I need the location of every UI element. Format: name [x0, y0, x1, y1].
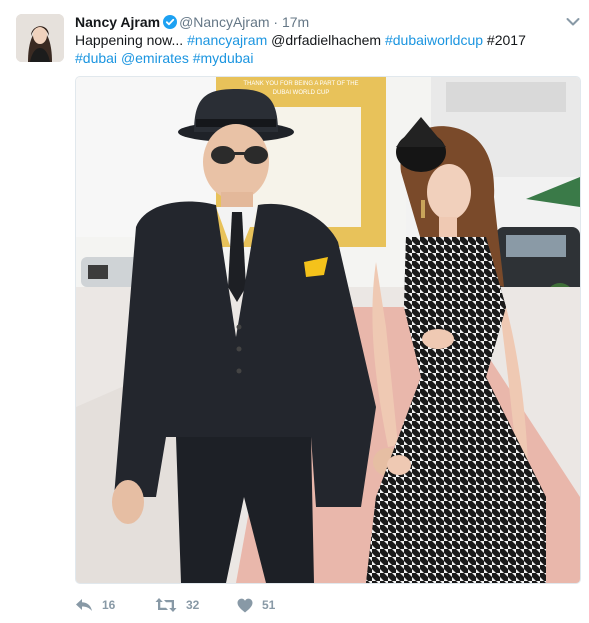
text-plain: Happening now... — [75, 32, 188, 48]
like-action[interactable]: 51 — [237, 595, 275, 615]
retweet-count: 32 — [186, 598, 200, 612]
profile-photo-icon — [16, 14, 64, 62]
hashtag-link[interactable]: #nancyajram — [187, 32, 267, 48]
hashtag-link[interactable]: #dubaiworldcup — [385, 32, 483, 48]
text-plain: #2017 — [483, 32, 526, 48]
reply-action[interactable]: 16 — [75, 595, 115, 615]
hashtag-link[interactable]: #mydubai — [193, 50, 254, 66]
retweet-action[interactable]: 32 — [155, 595, 199, 615]
tweet-text: Happening now... #nancyajram @drfadielha… — [75, 31, 555, 67]
reply-count: 16 — [102, 598, 116, 612]
hashtag-link[interactable]: #dubai — [75, 50, 117, 66]
photo-scene: THANK YOU FOR BEING A PART OF THE DUBAI … — [76, 77, 580, 583]
avatar[interactable] — [16, 14, 64, 62]
author-name[interactable]: Nancy Ajram — [75, 14, 160, 30]
like-count: 51 — [262, 598, 276, 612]
tweet-photo[interactable]: THANK YOU FOR BEING A PART OF THE DUBAI … — [75, 76, 581, 584]
banner-text-2: DUBAI WORLD CUP — [273, 90, 330, 96]
more-menu-chevron-icon[interactable] — [566, 14, 580, 26]
retweet-icon — [155, 598, 177, 612]
reply-icon — [76, 599, 92, 611]
tweet-header: Nancy Ajram @NancyAjram · 17m — [75, 13, 565, 31]
tweet: Nancy Ajram @NancyAjram · 17m Happening n… — [0, 0, 589, 623]
separator-dot: · — [273, 14, 279, 30]
tweet-timestamp[interactable]: 17m — [282, 14, 309, 30]
heart-icon — [237, 598, 253, 612]
author-handle[interactable]: @NancyAjram — [179, 14, 269, 30]
banner-text-1: THANK YOU FOR BEING A PART OF THE — [243, 81, 358, 87]
text-plain: @drfadielhachem — [267, 32, 385, 48]
mention-link[interactable]: @emirates — [121, 50, 189, 66]
